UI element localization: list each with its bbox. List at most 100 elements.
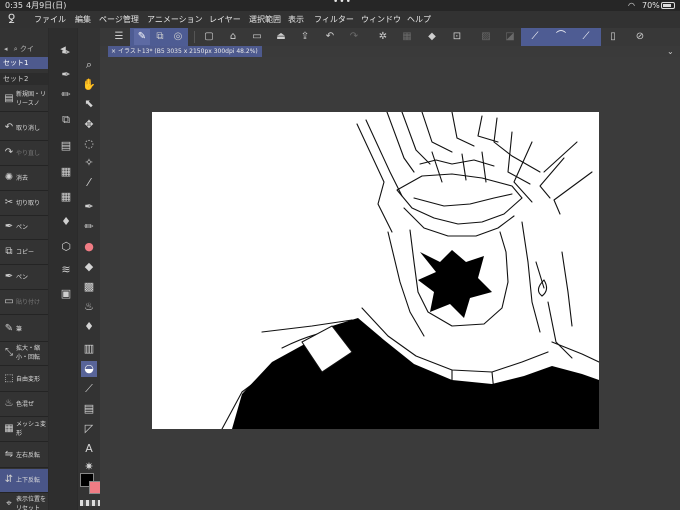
share-icon[interactable]: ⇪ [297,29,313,45]
export-icon[interactable]: ⏏ [273,29,289,45]
pen-tool-icon[interactable]: ✒ [81,199,97,215]
selection-icon[interactable]: ▦ [399,29,415,45]
magic-wand-tool-icon[interactable]: ✧ [81,155,97,171]
quick-access-item[interactable]: ✂ 切り取り [0,192,48,216]
menu-edit[interactable]: 編集 [75,11,91,28]
move-tool-icon[interactable]: ✥ [81,117,97,133]
toolbar-separator [194,31,195,43]
quick-access-item[interactable]: ✒ ペン [0,216,48,240]
zoom-tool-icon[interactable]: ⌕ [81,57,97,73]
quick-access-item-label: 消去 [16,175,29,182]
ios-status-bar: 0:35 4月9日(日) ••• ◠ 70% [0,0,680,11]
sub-tool-frame-icon[interactable]: ▣ [59,287,73,301]
layer-copy-icon[interactable]: ⧉ [152,29,168,45]
clip-studio-logo-icon[interactable]: ꝿ [8,13,22,26]
gradient-tool-icon[interactable]: ▥ [81,341,97,357]
stroke-tapered-icon[interactable]: ⟋ [578,29,594,45]
quick-access-item[interactable]: ✎ 筆 [0,318,48,342]
blend-tool-icon[interactable]: ♨ [81,299,97,315]
sub-tool-drops-icon[interactable]: ♦ [59,215,73,229]
quick-access-item[interactable]: ⬚ 自由変形 [0,368,48,392]
set-tab-1[interactable]: セット1 [0,57,48,69]
decoration-tool-icon[interactable]: ▩ [81,279,97,295]
stroke-straight-icon[interactable]: ⟋ [527,29,543,45]
command-bar: ☰ ✎ ⧉ ◎ ▢ ⌂ ▭ ⏏ ⇪ ↶ ↷ ✲ ▦ ◆ ⊡ ▨ ◪ ▣ ⟋ ⌒ … [100,28,680,46]
set-tab-2[interactable]: セット2 [0,73,48,85]
paste-icon: ▭ [4,296,14,307]
fill-tool-icon[interactable]: ◒ [81,361,97,377]
save-icon[interactable]: ▭ [249,29,265,45]
menu-help[interactable]: ヘルプ [407,11,431,28]
line-tool-icon[interactable]: ⟋ [81,381,97,397]
edit-layer-icon[interactable]: ✎ [134,29,150,45]
settings-icon[interactable]: ✲ [375,29,391,45]
quick-access-item[interactable]: ⇋ 左右反転 [0,444,48,468]
transparent-color-swatch[interactable] [80,500,100,506]
close-icon[interactable]: × [111,48,118,55]
menu-file[interactable]: ファイル [34,11,66,28]
sub-tool-layers-icon[interactable]: ≋ [59,263,73,277]
open-folder-icon[interactable]: ⌂ [225,29,241,45]
quick-access-item[interactable]: ▦ メッシュ変形 [0,418,48,442]
undo-icon[interactable]: ↶ [322,29,338,45]
drops-tool-icon[interactable]: ♦ [81,319,97,335]
quick-access-item[interactable]: ✺ 消去 [0,167,48,191]
sub-tool-cube-icon[interactable]: ⬡ [59,240,73,254]
new-page-icon[interactable]: ▢ [201,29,217,45]
hand-tool-icon[interactable]: ✋ [81,77,97,93]
menu-window[interactable]: ウィンドウ [361,11,401,28]
quick-access-item[interactable]: ⇵ 上下反転 [0,469,48,493]
menu-view[interactable]: 表示 [288,11,304,28]
eyedropper-tool-icon[interactable]: ⁄ [81,175,97,191]
brush-icon: ✎ [4,323,14,334]
view-rotate-icon[interactable]: ◎ [170,29,186,45]
quick-access-item[interactable]: ✒ ペン [0,266,48,290]
document-tab[interactable]: × イラスト13* (B5 3035 x 2150px 300dpi 48.2%… [108,46,262,57]
companion-mode-icon[interactable]: ⊘ [632,29,648,45]
sub-tool-canvas-icon[interactable]: ▦ [59,165,73,179]
stroke-curve-icon[interactable]: ⌒ [553,29,569,45]
eraser-tool-icon[interactable]: ◆ [81,259,97,275]
quick-access-item[interactable]: ♨ 色混ぜ [0,393,48,417]
device-icon[interactable]: ▯ [605,29,621,45]
sub-tool-pen-a-icon[interactable]: ✒ [59,46,73,60]
frame-tool-icon[interactable]: ▤ [81,401,97,417]
menu-animation[interactable]: アニメーション [147,11,203,28]
quick-access-item[interactable]: ▭ 貼り付け [0,291,48,315]
lasso-tool-icon[interactable]: ◌ [81,136,97,152]
operation-tool-icon[interactable]: ⬉ [81,96,97,112]
sub-tool-pen-b-icon[interactable]: ✒ [59,68,73,82]
battery-percent: 70% [642,1,660,10]
quick-access-item-label: 上下反転 [16,477,41,484]
menu-layer[interactable]: レイヤー [209,11,241,28]
quick-access-item[interactable]: ⌖ 表示位置をリセット [0,493,48,510]
crop-icon[interactable]: ⊡ [449,29,465,45]
canvas-paper[interactable] [152,112,599,429]
quick-access-search[interactable]: ◂ ⌕ クイ [1,44,47,54]
quick-access-item[interactable]: ↶ 取り消し [0,117,48,141]
sub-tool-save-icon[interactable]: ▤ [59,139,73,153]
status-date: 4月9日(日) [26,1,67,10]
redo-icon[interactable]: ↷ [346,29,362,45]
brush-tool-icon[interactable]: ● [81,239,97,255]
multitask-dots[interactable]: ••• [333,0,352,8]
quick-access-item[interactable]: ↷ やり直し [0,142,48,166]
menu-filter[interactable]: フィルター [314,11,354,28]
sub-tool-grid-icon[interactable]: ▦ [59,190,73,204]
quick-access-item[interactable]: ⤡ 拡大・縮小・回転 [0,342,48,366]
sub-tool-copy-icon[interactable]: ⧉ [59,113,73,127]
menu-selection[interactable]: 選択範囲 [249,11,281,28]
fill-icon[interactable]: ◆ [424,29,440,45]
ruler-tool-icon[interactable]: ◸ [81,421,97,437]
chevron-down-icon[interactable]: ⌄ [667,47,674,56]
hide-selection-icon[interactable]: ▨ [478,29,494,45]
pencil-tool-icon[interactable]: ✏ [81,219,97,235]
scroll-arrow-icon[interactable]: ◂ [4,45,8,53]
clear-outside-icon[interactable]: ◪ [502,29,518,45]
hamburger-menu-icon[interactable]: ☰ [111,29,127,45]
quick-access-item[interactable]: ▤ 新規固・リリースノ [0,88,48,112]
quick-access-item[interactable]: ⧉ コピー [0,241,48,265]
menu-page[interactable]: ページ管理 [99,11,139,28]
text-tool-icon[interactable]: A [81,441,97,457]
sub-tool-pen-c-icon[interactable]: ✏ [59,88,73,102]
